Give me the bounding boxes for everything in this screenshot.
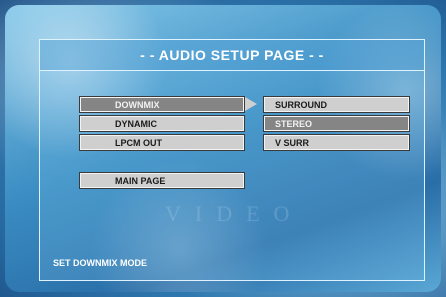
menu-item-downmix[interactable]: DOWNMIX [79, 96, 245, 113]
option-v-surr[interactable]: V SURR [263, 134, 410, 151]
status-text: SET DOWNMIX MODE [53, 258, 147, 268]
screen-frame: VIDEO - - AUDIO SETUP PAGE - - DOWNMIX D… [5, 5, 441, 292]
option-stereo[interactable]: STEREO [263, 115, 410, 132]
audio-setup-panel: - - AUDIO SETUP PAGE - - [39, 39, 425, 281]
page-title: - - AUDIO SETUP PAGE - - [40, 40, 424, 71]
main-page-button[interactable]: MAIN PAGE [79, 172, 245, 189]
menu-item-lpcm-out[interactable]: LPCM OUT [79, 134, 245, 151]
triangle-right-icon [245, 97, 257, 111]
option-surround[interactable]: SURROUND [263, 96, 410, 113]
menu-item-dynamic[interactable]: DYNAMIC [79, 115, 245, 132]
